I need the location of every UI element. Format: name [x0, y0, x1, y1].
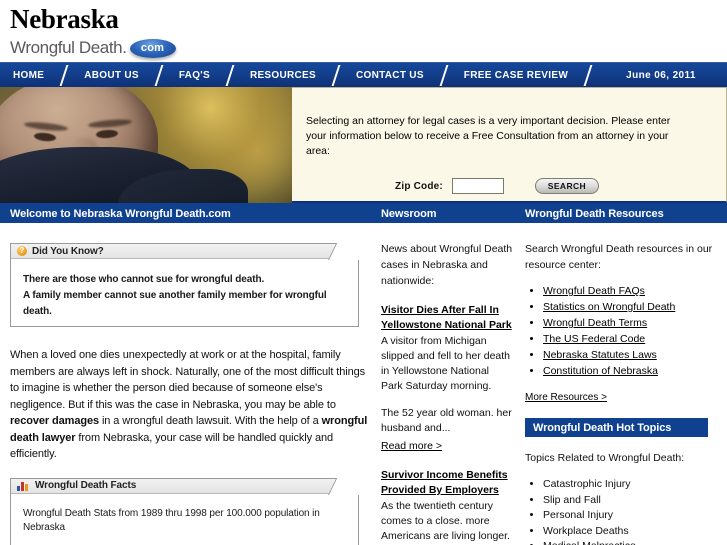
question-icon: ?: [17, 246, 27, 256]
logo-subtitle-row: Wrongful Death. com: [10, 35, 727, 61]
bar-chart-icon: [17, 481, 30, 491]
section-header-newsroom: Newsroom: [381, 204, 525, 222]
news-body-1: A visitor from Michigan slipped and fell…: [381, 335, 511, 392]
facts-body: Wrongful Death Stats from 1989 thru 1998…: [11, 494, 358, 545]
logo-subtitle: Wrongful Death.: [10, 38, 127, 57]
hot-topics-list: Catastrophic Injury Slip and Fall Person…: [525, 477, 717, 545]
hero-banner: Selecting an attorney for legal cases is…: [0, 87, 727, 203]
did-you-know-line-1: There are those who cannot sue for wrong…: [23, 274, 265, 285]
site-logo[interactable]: Nebraska Wrongful Death. com: [0, 0, 727, 61]
list-item: Constitution of Nebraska: [543, 364, 717, 379]
section-header-main-label: Welcome to Nebraska Wrongful Death.com: [10, 208, 231, 220]
list-item: Survivor Income Benefits Provided By Emp…: [381, 468, 513, 545]
hot-topics-intro: Topics Related to Wrongful Death:: [525, 452, 685, 464]
resource-link-federal-code[interactable]: The US Federal Code: [543, 333, 645, 345]
hero-consultation-form: Selecting an attorney for legal cases is…: [292, 87, 727, 203]
list-item[interactable]: Medical Malpractice: [543, 539, 717, 545]
wrongful-death-facts-box: Wrongful Death Facts Wrongful Death Stat…: [10, 477, 359, 545]
did-you-know-header: ? Did You Know?: [11, 244, 358, 259]
news-headline-link-2[interactable]: Survivor Income Benefits Provided By Emp…: [381, 468, 513, 498]
did-you-know-title: Did You Know?: [32, 245, 104, 257]
content-columns: ? Did You Know? There are those who cann…: [0, 223, 727, 545]
resources-link-list: Wrongful Death FAQs Statistics on Wrongf…: [525, 284, 717, 379]
list-item: Statistics on Wrongful Death: [543, 300, 717, 315]
section-header-newsroom-label: Newsroom: [381, 208, 437, 220]
intro-paragraph-part2: in a wrongful death lawsuit. With the he…: [99, 415, 322, 427]
newsroom-intro: News about Wrongful Death cases in Nebra…: [381, 243, 513, 287]
list-item[interactable]: Catastrophic Injury: [543, 477, 717, 493]
nav-current-date: June 06, 2011: [626, 69, 696, 81]
zip-code-label: Zip Code:: [395, 180, 443, 192]
did-you-know-box: ? Did You Know? There are those who cann…: [10, 243, 359, 327]
intro-paragraph-bold1: recover damages: [10, 415, 99, 427]
nav-item-about-us[interactable]: ABOUT US: [71, 63, 152, 87]
nav-separator-icon: [223, 63, 237, 87]
section-header-resources: Wrongful Death Resources: [525, 204, 727, 222]
list-item: The US Federal Code: [543, 332, 717, 347]
main-navigation[interactable]: HOME ABOUT US FAQ'S RESOURCES CONTACT US…: [0, 62, 727, 87]
nav-item-free-case-review[interactable]: FREE CASE REVIEW: [451, 63, 581, 87]
nav-separator-icon: [329, 63, 343, 87]
hot-topics-header: Wrongful Death Hot Topics: [525, 418, 708, 437]
zip-code-input[interactable]: [451, 178, 504, 194]
resource-link-nebraska-statutes[interactable]: Nebraska Statutes Laws: [543, 349, 657, 361]
nav-separator-icon: [57, 63, 71, 87]
section-header-bar: Welcome to Nebraska Wrongful Death.com N…: [0, 203, 727, 223]
facts-header: Wrongful Death Facts: [11, 478, 358, 494]
hero-photo-elderly-man: [0, 87, 292, 203]
resource-link-wrongful-death-faqs[interactable]: Wrongful Death FAQs: [543, 285, 645, 297]
news-body-2: As the twentieth century comes to a clos…: [381, 500, 510, 542]
com-badge-icon: com: [129, 38, 176, 58]
list-item: Visitor Dies After Fall In Yellowstone N…: [381, 303, 513, 454]
nav-separator-icon: [152, 63, 166, 87]
resources-column: Search Wrongful Death resources in our r…: [525, 223, 727, 545]
logo-state-title: Nebraska: [10, 4, 119, 34]
more-resources-link[interactable]: More Resources >: [525, 392, 607, 403]
newsroom-column: News about Wrongful Death cases in Nebra…: [381, 223, 525, 545]
nav-item-contact-us[interactable]: CONTACT US: [343, 63, 437, 87]
nav-item-faqs[interactable]: FAQ'S: [166, 63, 223, 87]
intro-paragraph-part1: When a loved one dies unexpectedly at wo…: [10, 349, 366, 411]
hot-topics-title: Wrongful Death Hot Topics: [533, 421, 672, 434]
facts-title: Wrongful Death Facts: [35, 480, 137, 491]
hero-description: Selecting an attorney for legal cases is…: [306, 115, 671, 157]
news-extra-1: The 52 year old woman. her husband and..…: [381, 407, 512, 434]
list-item: Nebraska Statutes Laws: [543, 348, 717, 363]
nav-separator-icon: [581, 63, 595, 87]
list-item[interactable]: Workplace Deaths: [543, 524, 717, 540]
did-you-know-line-2: A family member cannot sue another famil…: [23, 290, 327, 317]
section-header-main: Welcome to Nebraska Wrongful Death.com: [0, 204, 381, 222]
search-button[interactable]: SEARCH: [534, 178, 599, 194]
list-item[interactable]: Personal Injury: [543, 508, 717, 524]
section-header-resources-label: Wrongful Death Resources: [525, 208, 664, 220]
nav-item-resources[interactable]: RESOURCES: [237, 63, 329, 87]
list-item: Wrongful Death FAQs: [543, 284, 717, 299]
resource-link-statistics[interactable]: Statistics on Wrongful Death: [543, 301, 675, 313]
did-you-know-body: There are those who cannot sue for wrong…: [11, 259, 358, 320]
list-item[interactable]: Slip and Fall: [543, 493, 717, 509]
list-item: Wrongful Death Terms: [543, 316, 717, 331]
main-content-column: ? Did You Know? There are those who cann…: [0, 223, 381, 545]
news-headline-link-1[interactable]: Visitor Dies After Fall In Yellowstone N…: [381, 303, 513, 333]
news-read-more-link-1[interactable]: Read more >: [381, 440, 442, 452]
resource-link-terms[interactable]: Wrongful Death Terms: [543, 317, 647, 329]
page-root: Nebraska Wrongful Death. com HOME ABOUT …: [0, 0, 727, 545]
nav-separator-icon: [437, 63, 451, 87]
facts-intro: Wrongful Death Stats from 1989 thru 1998…: [23, 507, 320, 533]
intro-paragraph: When a loved one dies unexpectedly at wo…: [10, 347, 368, 463]
resource-link-constitution[interactable]: Constitution of Nebraska: [543, 365, 658, 377]
resources-intro: Search Wrongful Death resources in our r…: [525, 243, 713, 271]
nav-item-home[interactable]: HOME: [0, 63, 57, 87]
zip-search-row: Zip Code: SEARCH: [306, 178, 704, 194]
